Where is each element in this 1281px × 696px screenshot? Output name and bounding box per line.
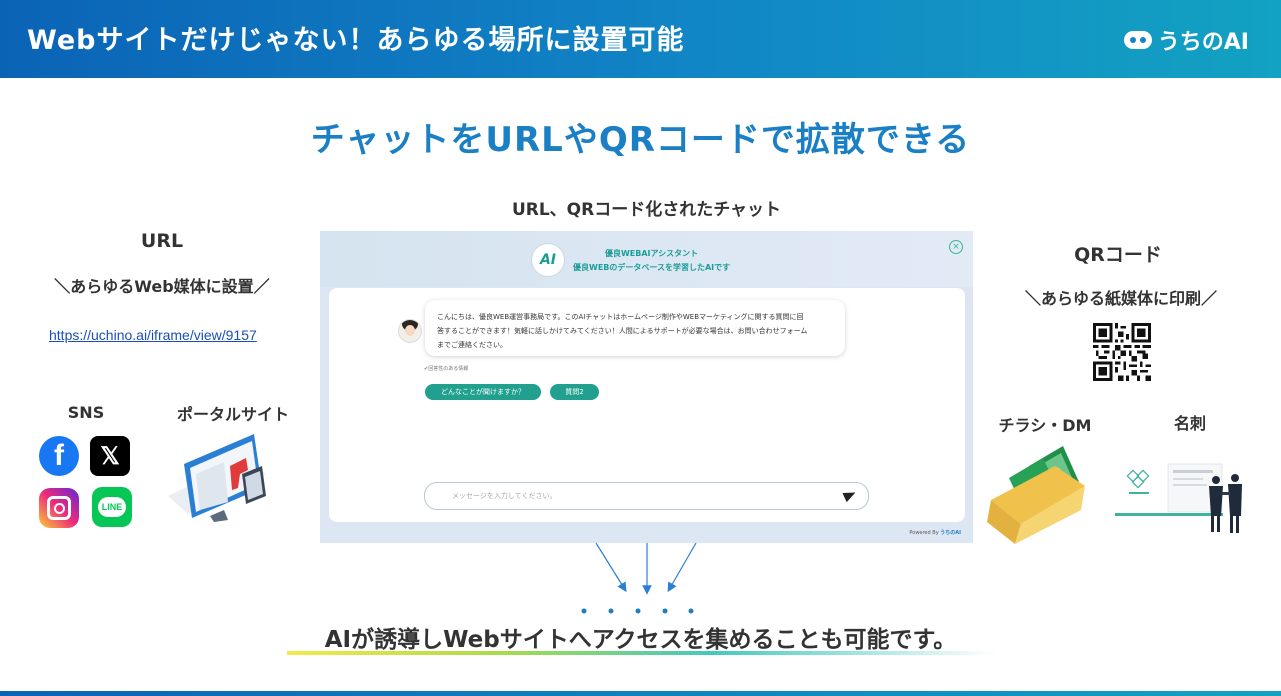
header-title: Webサイトだけじゃない！あらゆる場所に設置可能 bbox=[27, 25, 685, 56]
chat-header: AI 優良WEBAIアシスタント 優良WEBのデータベースを学習したAIです × bbox=[320, 231, 973, 287]
instagram-icon bbox=[39, 488, 79, 528]
assistant-avatar bbox=[398, 319, 422, 343]
chat-body: こんにちは、優良WEB運営事務局です。このAIチャットはホームページ制作やWEB… bbox=[329, 288, 965, 522]
x-icon: 𝕏 bbox=[90, 436, 130, 476]
qr-title: QRコード bbox=[1074, 244, 1162, 266]
send-icon[interactable] bbox=[842, 487, 858, 503]
message-input-placeholder: メッセージを入力してください。 bbox=[452, 492, 557, 500]
assistant-message: こんにちは、優良WEB運営事務局です。このAIチャットはホームページ制作やWEB… bbox=[425, 300, 845, 356]
chat-url-link[interactable]: https://uchino.ai/iframe/view/9157 bbox=[49, 327, 257, 343]
chat-window: AI 優良WEBAIアシスタント 優良WEBのデータベースを学習したAIです ×… bbox=[320, 231, 973, 543]
ai-badge: AI bbox=[531, 243, 565, 277]
message-note: ✔回答性のある情報 bbox=[424, 366, 469, 372]
brand-logo: うちのAI bbox=[1123, 24, 1249, 56]
close-icon[interactable]: × bbox=[949, 240, 963, 254]
flyer-label: チラシ・DM bbox=[998, 416, 1092, 435]
brand-name: うちのAI bbox=[1157, 30, 1249, 55]
assistant-name: 優良WEBAIアシスタント 優良WEBのデータベースを学習したAIです bbox=[573, 249, 731, 272]
robot-icon bbox=[1123, 31, 1152, 49]
main-heading: チャットをURLやQRコードで拡散できる bbox=[310, 120, 971, 160]
powered-by: Powered By うちのAI bbox=[909, 530, 961, 536]
portal-label: ポータルサイト bbox=[176, 405, 289, 424]
monitor-illustration bbox=[168, 434, 266, 522]
url-title: URL bbox=[140, 230, 184, 252]
bottom-message: AIが誘導しWebサイトへアクセスを集めることも可能です。 bbox=[324, 627, 957, 653]
footer-bar bbox=[0, 691, 1281, 696]
suggestion-chip-1[interactable]: どんなことが聞けますか？ bbox=[425, 384, 541, 400]
qr-subtitle: ＼あらゆる紙媒体に印刷／ bbox=[1024, 289, 1217, 308]
facebook-icon: f bbox=[39, 436, 79, 476]
business-card-illustration bbox=[1115, 463, 1242, 533]
header-bar: Webサイトだけじゃない！あらゆる場所に設置可能 うちのAI bbox=[0, 0, 1281, 78]
line-icon: LINE bbox=[92, 487, 132, 527]
url-subtitle: ＼あらゆるWeb媒体に設置／ bbox=[54, 277, 270, 296]
message-input[interactable]: メッセージを入力してください。 bbox=[424, 482, 869, 510]
qr-code bbox=[1093, 323, 1151, 381]
envelope-money-illustration bbox=[987, 446, 1085, 544]
chat-caption: URL、QRコード化されたチャット bbox=[511, 200, 782, 220]
card-label: 名刺 bbox=[1173, 414, 1206, 433]
highlight-underline bbox=[287, 651, 997, 655]
sns-label: SNS bbox=[67, 403, 105, 422]
emphasis-dots bbox=[581, 608, 694, 614]
arrows-down bbox=[595, 542, 697, 595]
suggestion-chip-2[interactable]: 質問2 bbox=[550, 384, 599, 400]
